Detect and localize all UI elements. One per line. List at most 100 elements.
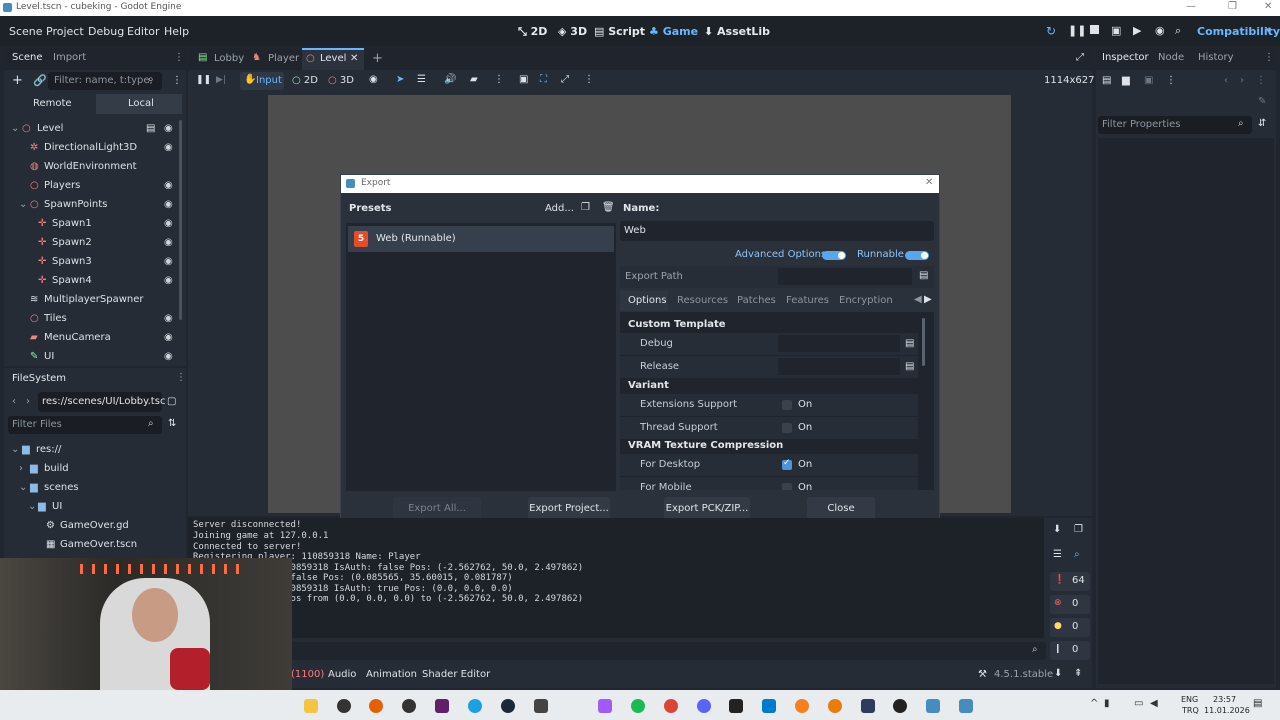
release-template-input[interactable]	[778, 358, 900, 375]
new-resource-icon[interactable]: ▤	[1102, 75, 1111, 86]
mode-2d[interactable]: ⤡ 2D	[518, 25, 547, 39]
file-explorer-icon[interactable]	[304, 699, 318, 713]
script-icon[interactable]: ▤	[146, 123, 155, 134]
audio-icon[interactable]: 🔊	[444, 74, 456, 85]
node-path-icon[interactable]: ✎	[1258, 96, 1266, 107]
distraction-free-icon[interactable]: ⤢	[1076, 52, 1084, 63]
back-icon[interactable]: ‹	[12, 396, 16, 407]
clock-icon[interactable]	[337, 699, 351, 713]
tree-node-spawn3[interactable]: ✛ Spawn3 ◉	[4, 253, 184, 272]
more-menu-icon[interactable]: ⋮	[494, 74, 504, 85]
obs-icon[interactable]	[402, 699, 416, 713]
fs-item-build[interactable]: › ▆ build	[4, 460, 184, 479]
close-tab-icon[interactable]: ✕	[350, 53, 358, 64]
visibility-icon[interactable]: ◉	[369, 74, 378, 85]
errors-filter[interactable]: ⊗ 0	[1050, 595, 1090, 614]
tray-region[interactable]: TRQ	[1182, 706, 1199, 715]
save-icon[interactable]: ▣	[1144, 75, 1153, 86]
copy-icon[interactable]: ❐	[1074, 524, 1083, 535]
object-history-icon[interactable]: ⋮	[1256, 75, 1266, 86]
menu-project[interactable]: Project	[46, 25, 84, 38]
tab-shader-editor[interactable]: Shader Editor	[422, 669, 490, 680]
vscode-icon[interactable]	[762, 699, 776, 713]
visibility-eye-icon[interactable]: ◉	[164, 313, 173, 324]
input-toggle[interactable]: ✋ Input	[240, 72, 284, 90]
tree-node-level[interactable]: ⌄ ○ Level ▤ ◉	[4, 120, 184, 139]
fs-item-gameover-gd[interactable]: ⚙ GameOver.gd	[4, 517, 184, 536]
visibility-eye-icon[interactable]: ◉	[164, 180, 173, 191]
menu-help[interactable]: Help	[164, 25, 189, 38]
tray-date[interactable]: 11.01.2026	[1204, 706, 1250, 715]
pause-icon[interactable]: ❚❚	[1068, 24, 1086, 37]
stop-icon[interactable]	[1090, 25, 1099, 34]
network-icon[interactable]: ▭	[1134, 698, 1143, 709]
mode-assetlib[interactable]: ⬇ AssetLib	[704, 25, 770, 38]
preset-name-input[interactable]: Web	[620, 221, 934, 241]
messages-filter[interactable]: ❗ 64	[1050, 572, 1090, 591]
restore-icon[interactable]: ❐	[1228, 1, 1237, 12]
visibility-eye-icon[interactable]: ◉	[164, 351, 173, 362]
tray-time[interactable]: 23:57	[1213, 695, 1236, 704]
tab-animation[interactable]: Animation	[366, 669, 417, 680]
add-preset-button[interactable]: Add...	[545, 203, 574, 214]
property-sort-icon[interactable]: ⇵	[1258, 118, 1266, 129]
terminal-icon[interactable]	[729, 699, 743, 713]
tab-options[interactable]: Options	[620, 291, 668, 311]
visibility-eye-icon[interactable]: ◉	[164, 123, 173, 134]
cloud-icon[interactable]	[795, 699, 809, 713]
fs-item-gameover-tscn[interactable]: ▦ GameOver.tscn	[4, 536, 184, 555]
visibility-eye-icon[interactable]: ◉	[164, 275, 173, 286]
runnable-toggle[interactable]	[905, 251, 929, 260]
filter-files-input[interactable]: Filter Files ⌕	[8, 416, 162, 434]
filter-lines-icon[interactable]: ☰	[1053, 549, 1062, 560]
fixed-size-icon[interactable]: ▣	[519, 74, 528, 85]
close-window-icon[interactable]: ✕	[1264, 1, 1272, 12]
forward-icon[interactable]: ›	[26, 396, 30, 407]
inspector-menu-icon[interactable]: ⋮	[1166, 75, 1176, 86]
play-scene-icon[interactable]: ▶	[1133, 24, 1141, 37]
menu-scene[interactable]: Scene	[9, 25, 43, 38]
for-mobile-checkbox[interactable]	[782, 483, 792, 490]
tab-audio[interactable]: Audio	[328, 669, 356, 680]
reload-icon[interactable]: ↻	[1046, 24, 1056, 38]
firefox-icon[interactable]	[369, 699, 383, 713]
remote-debug-icon[interactable]: ▣	[1111, 24, 1121, 37]
warnings-filter[interactable]: ● 0	[1050, 618, 1090, 637]
tab-debugger[interactable]: (1100)	[291, 669, 324, 680]
menu-debug[interactable]: Debug	[88, 25, 124, 38]
scene-filter-input[interactable]: Filter: name, t:type, ⌕	[48, 72, 162, 90]
tab-scene[interactable]: Scene	[12, 52, 43, 63]
next-frame-icon[interactable]: ▶|	[216, 75, 226, 85]
add-node-icon[interactable]: +	[12, 73, 23, 88]
figma-icon[interactable]	[598, 699, 612, 713]
delete-icon[interactable]: 🗑	[602, 202, 615, 213]
tab-lobby[interactable]: ▤ Lobby	[194, 48, 244, 70]
edge-icon[interactable]	[468, 699, 482, 713]
github-icon[interactable]	[893, 699, 907, 713]
close-icon[interactable]: ✕	[925, 177, 933, 188]
visibility-eye-icon[interactable]: ◉	[164, 142, 173, 153]
tab-node[interactable]: Node	[1158, 52, 1184, 63]
dock-menu-icon[interactable]: ⋮	[176, 372, 186, 383]
mode-3d[interactable]: ◈ 3D	[558, 25, 587, 38]
remote-tab[interactable]: Remote	[33, 98, 72, 109]
godot-taskbar-icon[interactable]	[926, 699, 940, 713]
fs-item-scenes[interactable]: ⌄ ▆ scenes	[4, 479, 184, 498]
tree-node-ui[interactable]: ✎ UI ◉	[4, 348, 184, 366]
filter-properties-input[interactable]: Filter Properties ⌕	[1098, 116, 1252, 134]
stretch-icon[interactable]: ⤢	[561, 74, 569, 85]
tab-features[interactable]: Features	[786, 295, 829, 306]
mode-2d-toggle[interactable]: ○ 2D	[292, 75, 318, 86]
spotify-icon[interactable]	[631, 699, 645, 713]
fs-item-res[interactable]: ⌄ ▆ res://	[4, 441, 184, 460]
notification-icon[interactable]: ▤	[1253, 698, 1262, 709]
keep-aspect-icon[interactable]: ⛶	[540, 74, 547, 85]
blender-icon[interactable]	[828, 699, 842, 713]
mode-3d-toggle[interactable]: ○ 3D	[328, 75, 354, 86]
tree-node-spawn2[interactable]: ✛ Spawn2 ◉	[4, 234, 184, 253]
tab-scroll-right-icon[interactable]: ▶	[924, 294, 932, 305]
advanced-options-toggle[interactable]	[822, 251, 846, 260]
tree-node-menucamera[interactable]: ▰ MenuCamera ◉	[4, 329, 184, 348]
select-tool-icon[interactable]: ➤	[396, 74, 404, 85]
folder-browse-icon[interactable]: ▤	[919, 270, 928, 281]
